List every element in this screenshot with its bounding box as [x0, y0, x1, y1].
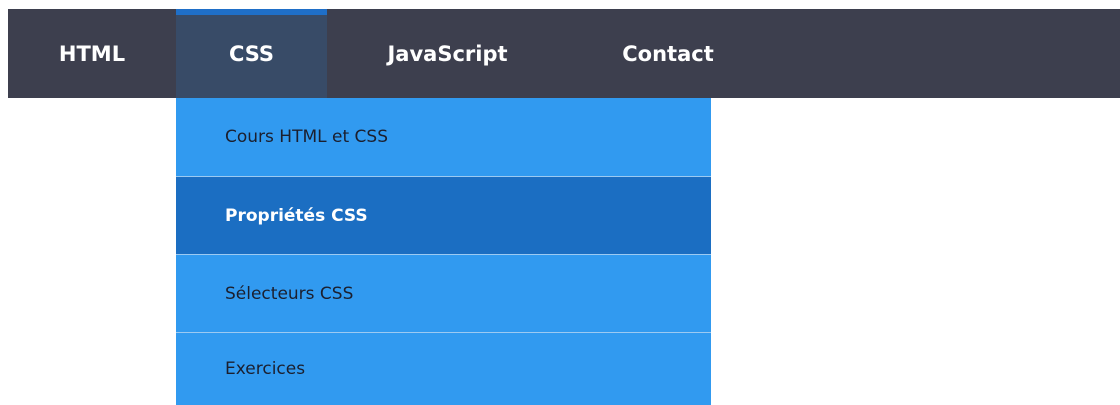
nav-item-html[interactable]: HTML — [8, 9, 176, 98]
dropdown-item-label: Propriétés CSS — [225, 205, 368, 226]
main-navbar: HTML CSS JavaScript Contact — [8, 9, 1120, 98]
nav-item-css[interactable]: CSS — [176, 9, 327, 98]
dropdown-item-label: Cours HTML et CSS — [225, 127, 388, 147]
nav-item-contact[interactable]: Contact — [568, 9, 768, 98]
dropdown-item-label: Exercices — [225, 359, 306, 379]
dropdown-item-cours-html-css[interactable]: Cours HTML et CSS — [176, 98, 711, 176]
dropdown-item-label: Sélecteurs CSS — [225, 283, 354, 304]
nav-item-label: JavaScript — [387, 41, 508, 66]
nav-item-label: CSS — [228, 41, 275, 66]
dropdown-item-proprietes-css[interactable]: Propriétés CSS — [176, 177, 711, 254]
nav-item-label: HTML — [58, 41, 126, 66]
dropdown-item-exercices[interactable]: Exercices — [176, 333, 711, 405]
nav-item-javascript[interactable]: JavaScript — [327, 9, 568, 98]
css-dropdown-menu: Cours HTML et CSS Propriétés CSS Sélecte… — [176, 98, 711, 405]
dropdown-item-selecteurs-css[interactable]: Sélecteurs CSS — [176, 255, 711, 332]
nav-item-label: Contact — [622, 41, 714, 66]
